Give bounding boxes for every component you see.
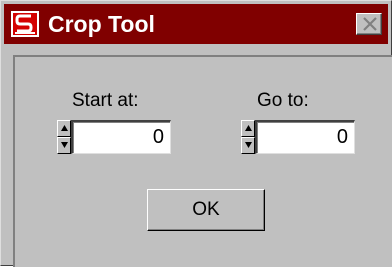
go-to-spinner[interactable] <box>241 120 255 154</box>
go-to-label: Go to: <box>257 90 309 111</box>
dialog-body: Start at: 0 Go to: 0 <box>13 55 392 267</box>
app-logo-icon <box>11 11 39 37</box>
ok-button[interactable]: OK <box>147 189 265 231</box>
start-at-spinner[interactable] <box>57 120 71 154</box>
start-at-input[interactable]: 0 <box>71 120 171 154</box>
arrow-up-icon <box>245 125 252 131</box>
title-bar[interactable]: Crop Tool <box>4 4 388 44</box>
go-to-increment-button[interactable] <box>241 120 255 137</box>
start-at-decrement-button[interactable] <box>57 137 71 154</box>
arrow-down-icon <box>61 142 68 148</box>
close-button[interactable] <box>356 13 382 35</box>
start-at-increment-button[interactable] <box>57 120 71 137</box>
go-to-decrement-button[interactable] <box>241 137 255 154</box>
arrow-down-icon <box>245 142 252 148</box>
start-at-label: Start at: <box>72 90 139 111</box>
go-to-input[interactable]: 0 <box>255 120 355 154</box>
arrow-up-icon <box>61 125 68 131</box>
window-title: Crop Tool <box>48 11 155 37</box>
crop-tool-dialog: Crop Tool Start at: 0 Go to: 0 OK <box>0 0 392 267</box>
